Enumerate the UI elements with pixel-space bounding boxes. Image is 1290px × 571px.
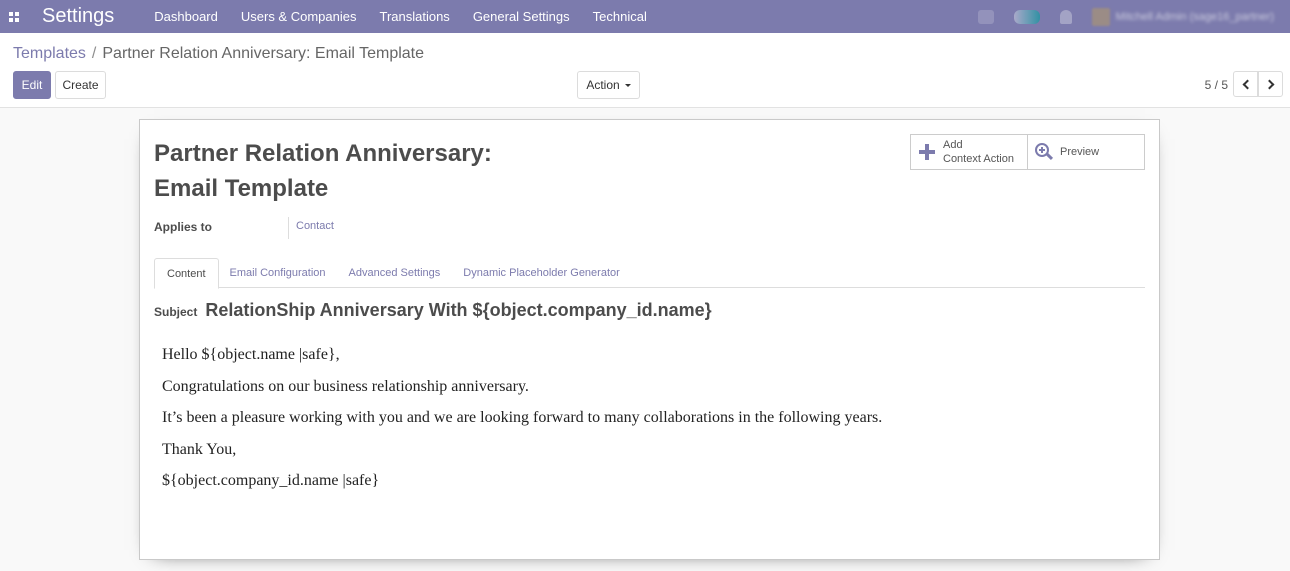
body-line: Thank You,	[162, 440, 237, 458]
pager-next-button[interactable]	[1258, 71, 1283, 97]
record-title-line2: Email Template	[154, 175, 329, 202]
menu-item-dashboard[interactable]: Dashboard	[154, 9, 218, 24]
chevron-left-icon	[1242, 79, 1252, 89]
top-navbar: Settings Dashboard Users & Companies Tra…	[0, 0, 1290, 33]
apps-menu-icon[interactable]	[0, 0, 28, 33]
avatar	[1091, 7, 1110, 26]
caret-down-icon	[624, 83, 631, 87]
action-dropdown[interactable]: Action	[577, 71, 640, 99]
tab-email-configuration[interactable]: Email Configuration	[218, 258, 338, 288]
subject-row: Subject RelationShip Anniversary With ${…	[154, 300, 712, 321]
breadcrumb: Templates / Partner Relation Anniversary: …	[13, 45, 424, 63]
body-line: Congratulations on our business relation…	[162, 377, 529, 395]
body-line: ${object.company_id.name |safe}	[162, 472, 380, 489]
smart-button-box: Add Context Action Preview	[910, 134, 1145, 170]
field-divider	[288, 217, 289, 239]
menu-item-translations[interactable]: Translations	[379, 9, 449, 24]
chevron-right-icon	[1264, 79, 1274, 89]
pager-value[interactable]: 5 / 5	[1205, 78, 1228, 92]
tab-advanced-settings[interactable]: Advanced Settings	[337, 258, 453, 288]
menu-item-general-settings[interactable]: General Settings	[473, 9, 570, 24]
activity-icon[interactable]	[1059, 9, 1072, 24]
search-plus-icon	[1035, 143, 1054, 161]
record-title: Partner Relation Anniversary: Email Temp…	[154, 136, 514, 206]
control-panel: Templates / Partner Relation Anniversary: …	[0, 33, 1290, 108]
menu-item-users-companies[interactable]: Users & Companies	[241, 9, 357, 24]
menu-item-technical[interactable]: Technical	[593, 9, 647, 24]
email-body: Hello ${object.name |safe}, Congratulati…	[162, 345, 882, 503]
add-context-action-button[interactable]: Add Context Action	[911, 135, 1027, 169]
subject-label: Subject	[154, 305, 198, 319]
record-title-line1: Partner Relation Anniversary:	[154, 140, 492, 167]
applies-to-link[interactable]: Contact	[296, 220, 334, 232]
systray: Mitchell Admin (sage16_partner)	[977, 0, 1290, 33]
tab-dynamic-placeholder-generator[interactable]: Dynamic Placeholder Generator	[451, 258, 632, 288]
messaging-icon[interactable]	[1013, 9, 1040, 24]
create-button[interactable]: Create	[55, 71, 106, 99]
applies-to-label: Applies to	[154, 220, 213, 234]
edit-button[interactable]: Edit	[13, 71, 51, 99]
body-line: Hello ${object.name |safe},	[162, 346, 340, 363]
add-context-action-label-1: Add	[943, 139, 963, 151]
breadcrumb-templates-link[interactable]: Templates	[13, 45, 86, 62]
app-name[interactable]: Settings	[42, 5, 114, 28]
form-sheet: Partner Relation Anniversary: Email Temp…	[139, 119, 1160, 560]
subject-value: RelationShip Anniversary With ${object.c…	[205, 300, 712, 320]
main-menu: Dashboard Users & Companies Translations…	[154, 9, 670, 24]
breadcrumb-current: Partner Relation Anniversary: Email Temp…	[102, 45, 425, 62]
tab-content[interactable]: Content	[154, 258, 219, 289]
breadcrumb-separator: /	[91, 45, 97, 62]
preview-button[interactable]: Preview	[1027, 135, 1144, 169]
preview-label: Preview	[1060, 146, 1100, 158]
plus-icon	[919, 144, 935, 160]
body-line: It’s been a pleasure working with you an…	[162, 409, 883, 426]
action-dropdown-label: Action	[586, 78, 620, 92]
pager-previous-button[interactable]	[1233, 71, 1258, 97]
user-name: Mitchell Admin (sage16_partner)	[1115, 10, 1274, 23]
add-context-action-label-2: Context Action	[943, 153, 1014, 165]
debug-icon[interactable]	[977, 9, 994, 24]
notebook-tabs: Content Email Configuration Advanced Set…	[154, 258, 1145, 289]
user-menu[interactable]: Mitchell Admin (sage16_partner)	[1091, 7, 1274, 26]
